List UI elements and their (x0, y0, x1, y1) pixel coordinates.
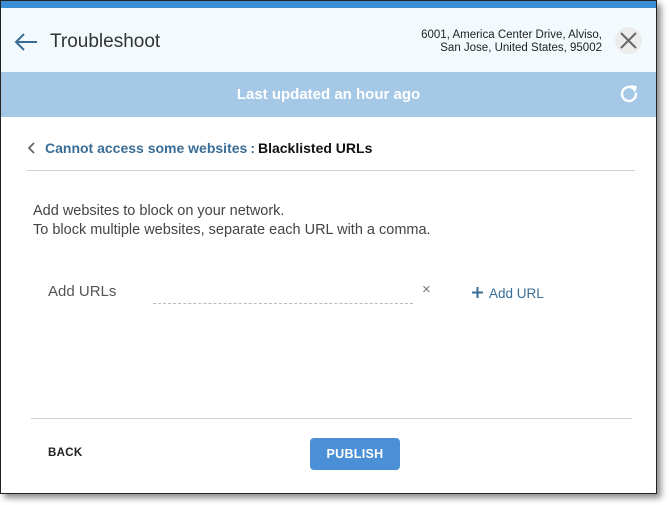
chevron-left-icon[interactable] (27, 141, 37, 155)
add-urls-label: Add URLs (48, 283, 117, 300)
close-button[interactable] (615, 27, 642, 54)
footer-divider (31, 418, 632, 419)
dialog-header: Troubleshoot 6001, America Center Drive,… (1, 8, 656, 72)
section-divider (27, 170, 635, 171)
status-bar: Last updated an hour ago (1, 72, 656, 117)
back-button[interactable]: BACK (48, 447, 82, 459)
instruction-line-1: Add websites to block on your network. (33, 203, 285, 219)
breadcrumb-separator: : (250, 140, 255, 156)
breadcrumb-parent-link[interactable]: Cannot access some websites (45, 140, 247, 156)
address-line-2: San Jose, United States, 95002 (440, 42, 602, 54)
close-icon (620, 32, 637, 49)
breadcrumb: Cannot access some websites: Blacklisted … (27, 139, 372, 157)
refresh-icon[interactable] (618, 83, 640, 105)
troubleshoot-dialog: Troubleshoot 6001, America Center Drive,… (0, 0, 657, 494)
arrow-left-icon[interactable] (13, 30, 39, 54)
top-accent-stripe (1, 1, 656, 8)
url-input[interactable] (153, 283, 413, 304)
clear-url-button[interactable]: × (422, 282, 431, 298)
plus-icon (471, 286, 484, 299)
instructions: Add websites to block on your network. T… (33, 202, 431, 240)
add-url-button[interactable]: Add URL (471, 285, 544, 302)
instruction-line-2: To block multiple websites, separate eac… (33, 222, 431, 238)
last-updated-text: Last updated an hour ago (236, 86, 421, 103)
publish-button[interactable]: PUBLISH (310, 438, 400, 470)
add-url-label: Add URL (489, 286, 544, 301)
site-address: 6001, America Center Drive, Alviso, San … (421, 29, 602, 55)
page-title: Troubleshoot (50, 31, 161, 52)
breadcrumb-current: Blacklisted URLs (257, 140, 373, 156)
address-line-1: 6001, America Center Drive, Alviso, (421, 29, 602, 41)
